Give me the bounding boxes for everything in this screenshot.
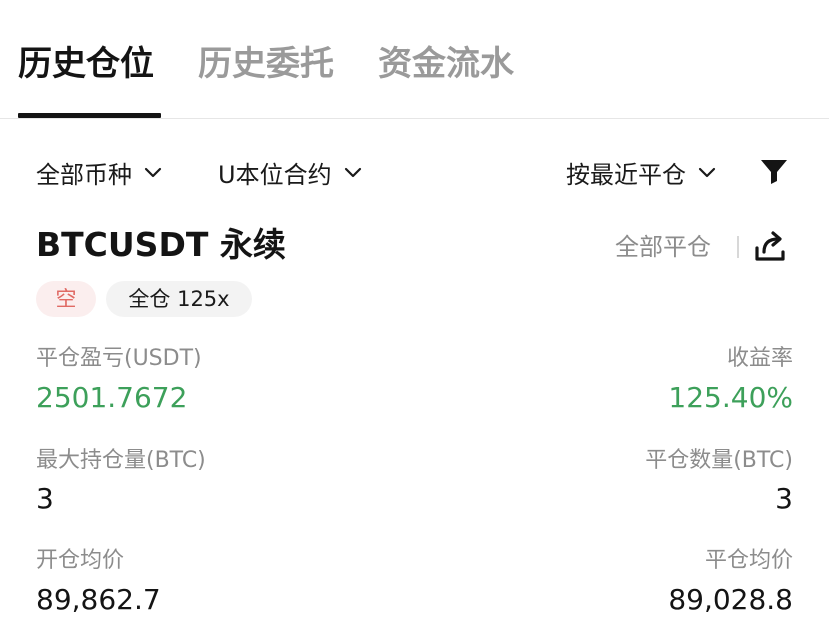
close-all-button[interactable]: 全部平仓	[615, 230, 711, 264]
close-price-label: 平仓均价	[704, 548, 793, 573]
pnl-value: 2501.7672	[36, 381, 188, 414]
close-price-value: 89,028.8	[668, 583, 793, 616]
closed-quantity-value: 3	[775, 482, 793, 515]
share-icon[interactable]	[753, 230, 789, 264]
contract-filter-label: U本位合约	[218, 160, 332, 189]
sort-dropdown[interactable]: 按最近平仓	[566, 152, 716, 192]
open-price-label: 开仓均价	[36, 548, 125, 573]
coin-filter-label: 全部币种	[36, 160, 132, 189]
max-position-label: 最大持仓量(BTC)	[36, 448, 206, 473]
roi-label: 收益率	[726, 346, 793, 371]
tab-position-history[interactable]: 历史仓位	[18, 40, 154, 88]
divider	[737, 236, 739, 258]
max-position-value: 3	[36, 482, 54, 515]
tab-fund-flow[interactable]: 资金流水	[378, 40, 514, 88]
chevron-down-icon	[144, 167, 162, 178]
roi-value: 125.40%	[668, 381, 793, 414]
chevron-down-icon	[698, 167, 716, 178]
chevron-down-icon	[344, 167, 361, 178]
sort-label: 按最近平仓	[566, 160, 686, 189]
pnl-label: 平仓盈亏(USDT)	[36, 346, 202, 371]
tab-bar: 历史仓位 历史委托 资金流水	[0, 0, 829, 119]
active-tab-indicator	[18, 113, 161, 118]
tab-order-history[interactable]: 历史委托	[198, 40, 334, 88]
position-symbol: BTCUSDT 永续	[36, 225, 286, 264]
open-price-value: 89,862.7	[36, 583, 161, 616]
side-badge: 空	[36, 281, 96, 317]
margin-mode-badge: 全仓 125x	[106, 281, 252, 317]
funnel-icon[interactable]	[760, 158, 788, 186]
closed-quantity-label: 平仓数量(BTC)	[645, 448, 793, 473]
coin-filter-dropdown[interactable]: 全部币种	[36, 152, 162, 192]
contract-filter-dropdown[interactable]: U本位合约	[218, 152, 362, 192]
